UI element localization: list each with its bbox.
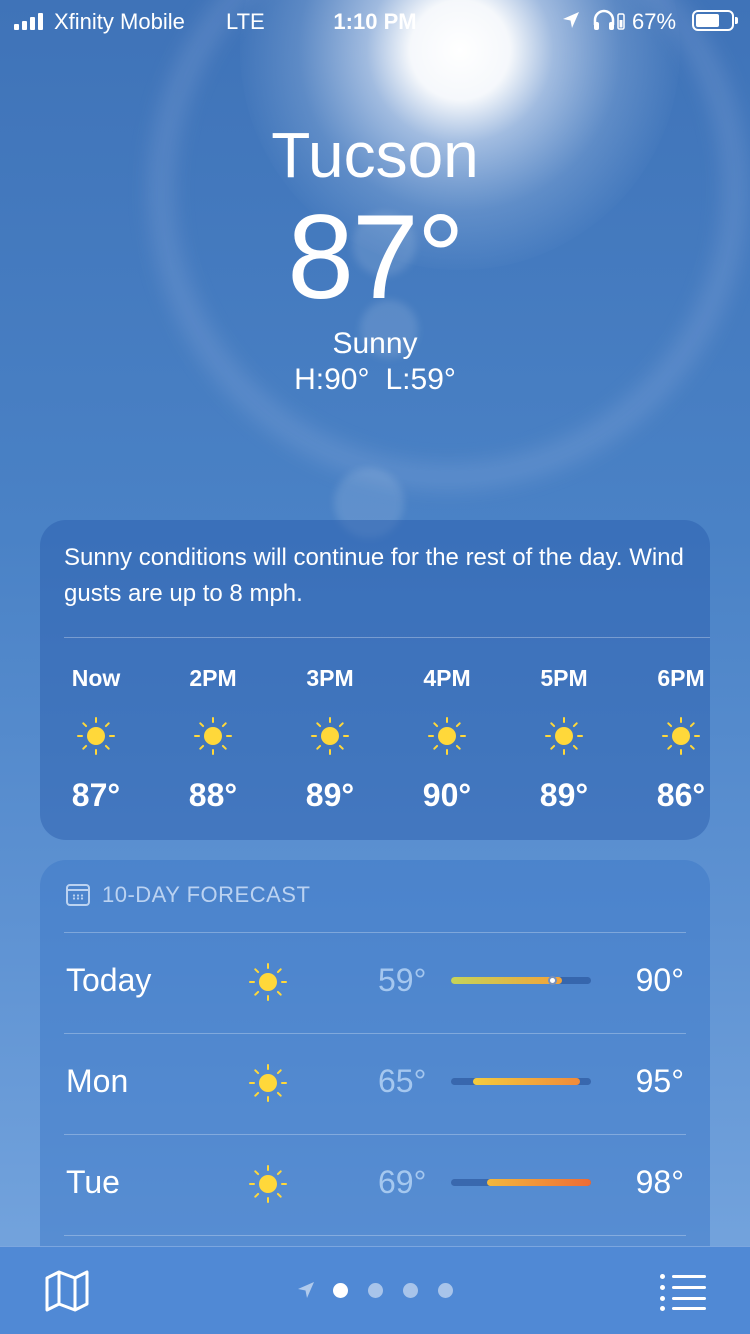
divider (64, 932, 686, 933)
list-icon[interactable] (660, 1273, 706, 1311)
current-condition: Sunny (332, 327, 418, 360)
divider (64, 1033, 686, 1034)
hour-column: 3PM 89° (298, 660, 362, 814)
temp-range-track (451, 976, 591, 985)
hour-column: 4PM 90° (415, 660, 479, 814)
bottom-toolbar (0, 1246, 750, 1334)
sun-icon (248, 1164, 288, 1204)
location-arrow-icon (563, 12, 579, 28)
battery-icon (692, 10, 738, 31)
divider (64, 637, 710, 638)
page-indicator[interactable] (0, 1281, 750, 1299)
day-low: 59° (378, 962, 427, 998)
day-name: Tue (66, 1164, 120, 1200)
hour-column: 2PM 88° (181, 660, 245, 814)
high-temp: H:90° (294, 363, 370, 396)
sun-icon (310, 716, 350, 756)
sun-icon (193, 716, 233, 756)
hourly-scroller[interactable]: Now 87° 2PM 88° 3PM 89° 4PM 90° 5PM 89° 6PM 86° (64, 660, 710, 830)
divider (64, 1235, 686, 1236)
hour-temp: 86° (656, 777, 706, 813)
temp-range-bar (451, 977, 563, 984)
forecast-title: 10-DAY FORECAST (102, 882, 311, 907)
day-name: Today (66, 962, 152, 998)
current-temp-dot (547, 976, 557, 985)
sun-icon (248, 962, 288, 1002)
day-low: 65° (378, 1063, 427, 1099)
day-high: 95° (635, 1063, 684, 1099)
hour-column: 5PM 89° (532, 660, 596, 814)
city-name: Tucson (271, 119, 479, 191)
location-arrow-icon (298, 1282, 314, 1298)
weather-summary: Sunny conditions will continue for the r… (64, 544, 684, 607)
hour-column: Now 87° (64, 660, 128, 814)
calendar-icon (66, 884, 90, 906)
hour-temp: 87° (71, 777, 121, 813)
day-name: Mon (66, 1063, 129, 1099)
day-high: 90° (635, 962, 684, 998)
hour-temp: 88° (188, 777, 238, 813)
temp-range-bar (486, 1179, 591, 1186)
hour-temp: 89° (539, 777, 589, 813)
hourly-forecast-card[interactable]: Sunny conditions will continue for the r… (40, 520, 710, 840)
sun-icon (76, 716, 116, 756)
sun-icon (661, 716, 701, 756)
ten-day-forecast-card[interactable]: 10-DAY FORECAST Today 59° 90° Mon 65° 95° Tue 6… (40, 860, 710, 1290)
temp-range-track (451, 1078, 591, 1085)
temp-range-bar (472, 1078, 581, 1085)
hour-label: Now (71, 665, 121, 691)
forecast-row[interactable]: Tue 69° 98° (64, 1134, 686, 1235)
hour-label: 5PM (540, 665, 588, 691)
low-temp: L:59° (385, 363, 456, 396)
high-low-temps: H:90° L:59° (0, 362, 750, 398)
hour-label: 2PM (189, 665, 237, 691)
hour-label: 6PM (657, 665, 705, 691)
page-dot[interactable] (368, 1282, 383, 1298)
headphones-icon (593, 9, 625, 30)
temp-range-track (451, 1179, 591, 1186)
hour-temp: 89° (305, 777, 355, 813)
sun-icon (248, 1063, 288, 1103)
sun-icon (427, 716, 467, 756)
hour-label: 4PM (423, 665, 471, 691)
status-bar: Xfinity Mobile LTE 1:10 PM 67% (0, 0, 750, 40)
page-dot[interactable] (438, 1282, 453, 1298)
hour-temp: 90° (422, 777, 472, 813)
battery-percent: 67% (632, 9, 677, 34)
current-temperature: 87° (287, 190, 464, 324)
forecast-row[interactable]: Today 59° 90° (64, 932, 686, 1033)
page-dot[interactable] (403, 1282, 418, 1298)
forecast-header: 10-DAY FORECAST (66, 882, 310, 908)
divider (64, 1134, 686, 1135)
day-high: 98° (635, 1164, 684, 1200)
hour-label: 3PM (306, 665, 354, 691)
forecast-row[interactable]: Mon 65° 95° (64, 1033, 686, 1134)
page-dot[interactable] (333, 1282, 348, 1298)
hour-column: 6PM 86° (649, 660, 713, 814)
current-weather-header: Tucson 87° Sunny H:90° L:59° (0, 118, 750, 398)
day-low: 69° (378, 1164, 427, 1200)
sun-icon (544, 716, 584, 756)
